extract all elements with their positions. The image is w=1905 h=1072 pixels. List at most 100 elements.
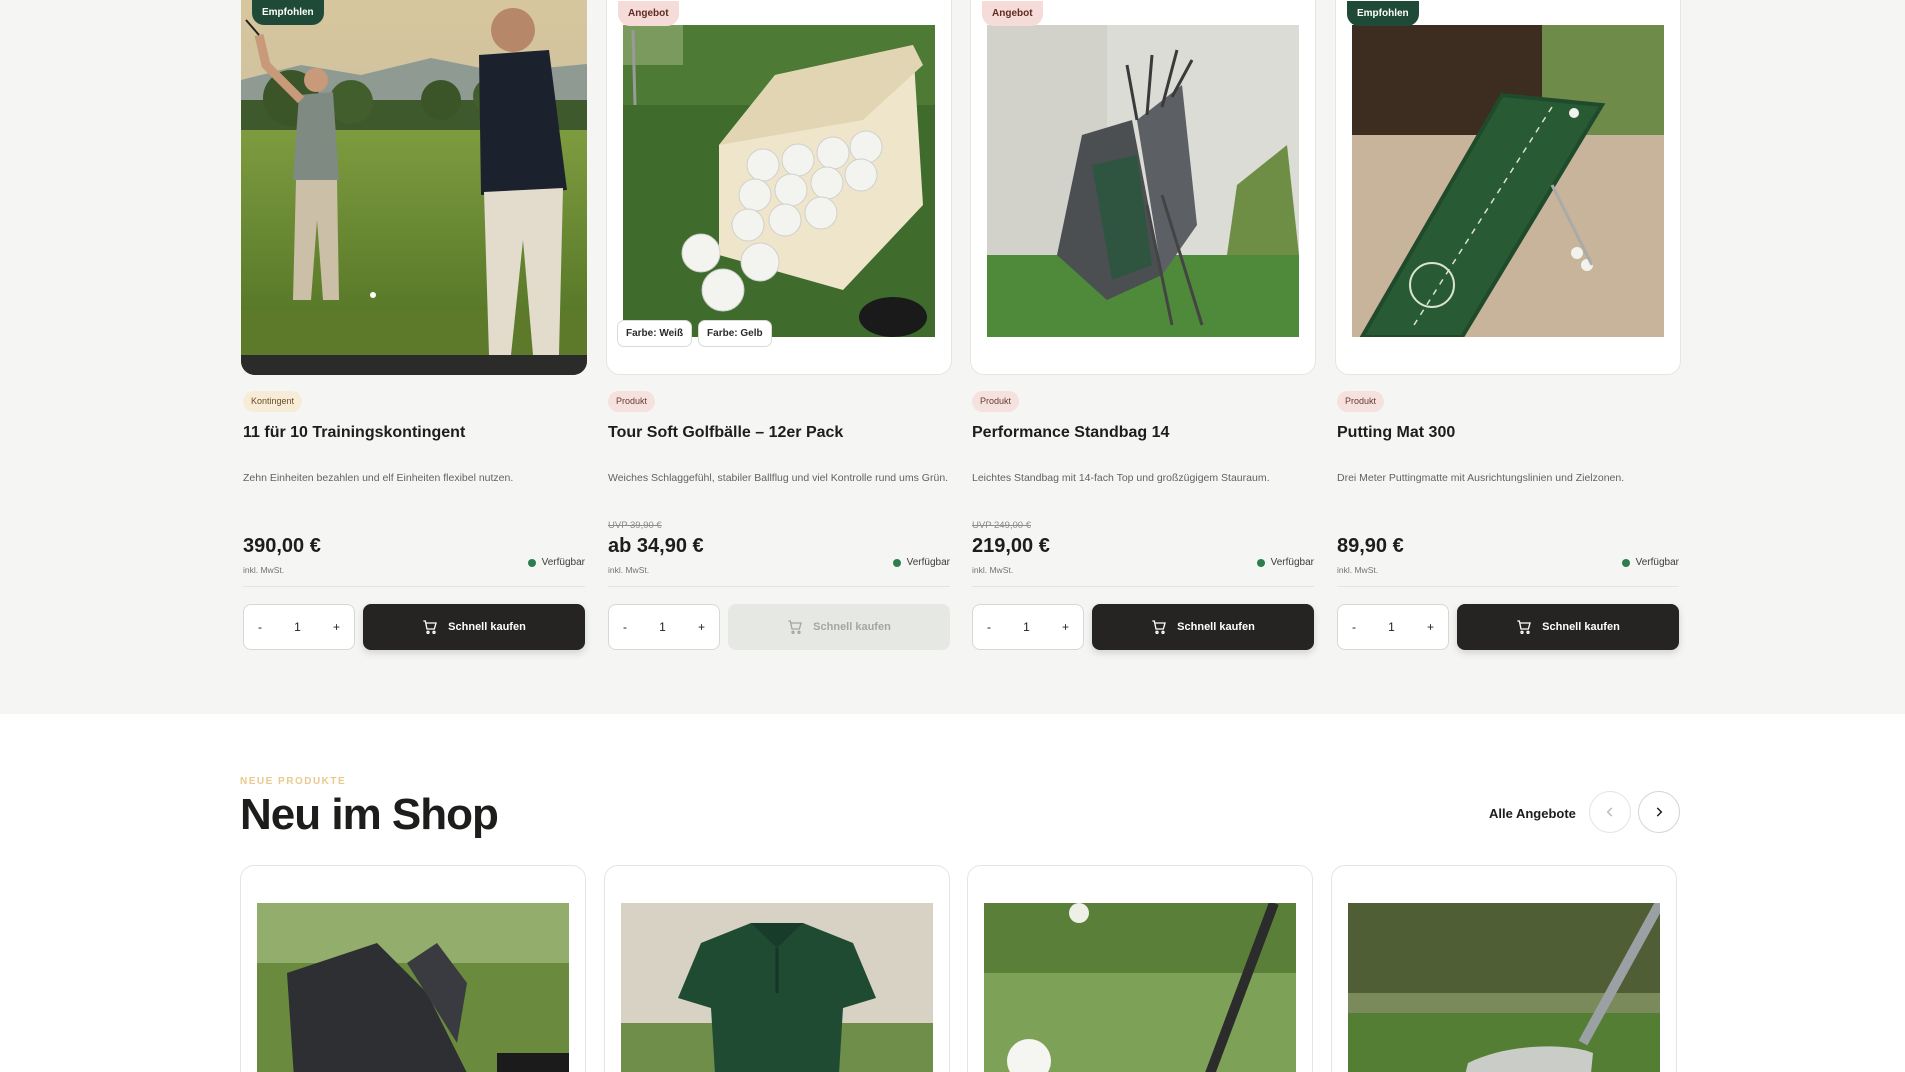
product-price: 390,00 € xyxy=(243,535,321,557)
product-description: Zehn Einheiten bezahlen und elf Einheite… xyxy=(243,472,514,484)
quantity-stepper: - 1 + xyxy=(608,604,720,650)
qty-decrease-button[interactable]: - xyxy=(987,620,991,634)
product-image[interactable] xyxy=(1348,903,1660,1072)
stock-label: Verfügbar xyxy=(906,557,950,568)
product-title[interactable]: Tour Soft Golfbälle – 12er Pack xyxy=(608,424,843,442)
qty-increase-button[interactable]: + xyxy=(698,620,705,634)
divider xyxy=(243,586,585,587)
qty-value[interactable]: 1 xyxy=(1388,620,1395,634)
badge-empfohlen: Empfohlen xyxy=(1347,1,1419,26)
product-image[interactable] xyxy=(621,903,933,1072)
quick-buy-button[interactable]: Schnell kaufen xyxy=(728,604,950,650)
product-type-tag: Kontingent xyxy=(243,391,303,412)
tax-note: inkl. MwSt. xyxy=(608,565,650,575)
stock-dot-icon xyxy=(1256,558,1265,567)
quick-buy-label: Schnell kaufen xyxy=(1542,621,1620,633)
new-product-card[interactable] xyxy=(604,865,950,1072)
product-media[interactable]: Angebot xyxy=(606,0,952,375)
new-product-card[interactable] xyxy=(1331,865,1677,1072)
product-card: Angebot Farbe: Weiß Farbe: Gelb Produkt … xyxy=(606,0,952,660)
stock-label: Verfügbar xyxy=(541,557,585,568)
new-product-card[interactable] xyxy=(240,865,586,1072)
product-card: Empfohlen Kontingent 11 für 10 Trainings… xyxy=(241,0,587,660)
qty-value[interactable]: 1 xyxy=(294,620,301,634)
featured-products-section: Empfohlen Kontingent 11 für 10 Trainings… xyxy=(0,0,1905,714)
variant-options: Farbe: Weiß Farbe: Gelb xyxy=(617,320,772,347)
qty-value[interactable]: 1 xyxy=(659,620,666,634)
quick-buy-button[interactable]: Schnell kaufen xyxy=(363,604,585,650)
section-title: Neu im Shop xyxy=(240,790,499,839)
product-image[interactable] xyxy=(241,0,587,375)
stock-dot-icon xyxy=(892,558,901,567)
tax-note: inkl. MwSt. xyxy=(972,565,1014,575)
quantity-stepper: - 1 + xyxy=(1337,604,1449,650)
stock-status: Verfügbar xyxy=(892,557,950,568)
product-description: Leichtes Standbag mit 14-fach Top und gr… xyxy=(972,472,1270,484)
stock-status: Verfügbar xyxy=(1256,557,1314,568)
quick-buy-button[interactable]: Schnell kaufen xyxy=(1457,604,1679,650)
cart-icon xyxy=(788,620,803,634)
product-title[interactable]: 11 für 10 Trainingskontingent xyxy=(243,424,465,442)
divider xyxy=(1337,586,1679,587)
product-image[interactable] xyxy=(987,25,1299,337)
product-media[interactable]: Empfohlen xyxy=(241,0,587,375)
stock-dot-icon xyxy=(1621,558,1630,567)
variant-white-button[interactable]: Farbe: Weiß xyxy=(617,320,693,347)
stock-status: Verfügbar xyxy=(1621,557,1679,568)
all-offers-link[interactable]: Alle Angebote xyxy=(1489,806,1576,821)
cart-icon xyxy=(1517,620,1532,634)
product-uvp: UVP 249,00 € xyxy=(972,520,1031,531)
product-price: ab 34,90 € xyxy=(608,535,704,557)
quick-buy-label: Schnell kaufen xyxy=(1177,621,1255,633)
tax-note: inkl. MwSt. xyxy=(243,565,285,575)
product-type-tag: Produkt xyxy=(972,391,1020,412)
product-image[interactable] xyxy=(623,25,935,337)
stock-label: Verfügbar xyxy=(1270,557,1314,568)
product-media[interactable]: Empfohlen xyxy=(1335,0,1681,375)
product-title[interactable]: Performance Standbag 14 xyxy=(972,424,1169,442)
product-card: Empfohlen Produkt Putting Mat 300 Drei M… xyxy=(1335,0,1681,660)
product-uvp: UVP 39,90 € xyxy=(608,520,662,531)
stock-status: Verfügbar xyxy=(527,557,585,568)
product-description: Drei Meter Puttingmatte mit Ausrichtungs… xyxy=(1337,472,1625,484)
qty-decrease-button[interactable]: - xyxy=(1352,620,1356,634)
product-card: Angebot Produkt Performance Standbag 14 … xyxy=(970,0,1316,660)
product-type-tag: Produkt xyxy=(608,391,656,412)
qty-increase-button[interactable]: + xyxy=(1062,620,1069,634)
product-image[interactable] xyxy=(1352,25,1664,337)
tax-note: inkl. MwSt. xyxy=(1337,565,1379,575)
carousel-prev-button[interactable] xyxy=(1589,791,1631,833)
badge-empfohlen: Empfohlen xyxy=(252,0,324,25)
quick-buy-label: Schnell kaufen xyxy=(448,621,526,633)
stock-label: Verfügbar xyxy=(1635,557,1679,568)
qty-increase-button[interactable]: + xyxy=(333,620,340,634)
divider xyxy=(972,586,1314,587)
qty-decrease-button[interactable]: - xyxy=(258,620,262,634)
product-image[interactable] xyxy=(984,903,1296,1072)
badge-angebot: Angebot xyxy=(618,1,679,26)
divider xyxy=(608,586,950,587)
cart-icon xyxy=(1152,620,1167,634)
quantity-stepper: - 1 + xyxy=(972,604,1084,650)
quick-buy-label: Schnell kaufen xyxy=(813,621,891,633)
product-title[interactable]: Putting Mat 300 xyxy=(1337,424,1455,442)
product-image[interactable] xyxy=(257,903,569,1072)
cart-icon xyxy=(423,620,438,634)
quick-buy-button[interactable]: Schnell kaufen xyxy=(1092,604,1314,650)
chevron-right-icon xyxy=(1656,807,1663,817)
stock-dot-icon xyxy=(527,558,536,567)
new-products-section: NEUE PRODUKTE Neu im Shop Alle Angebote xyxy=(0,714,1905,1072)
qty-decrease-button[interactable]: - xyxy=(623,620,627,634)
product-description: Weiches Schlaggefühl, stabiler Ballflug … xyxy=(608,472,949,484)
product-media[interactable]: Angebot xyxy=(970,0,1316,375)
qty-increase-button[interactable]: + xyxy=(1427,620,1434,634)
product-price: 89,90 € xyxy=(1337,535,1404,557)
product-price: 219,00 € xyxy=(972,535,1050,557)
qty-value[interactable]: 1 xyxy=(1023,620,1030,634)
carousel-next-button[interactable] xyxy=(1638,791,1680,833)
chevron-left-icon xyxy=(1606,807,1613,817)
variant-yellow-button[interactable]: Farbe: Gelb xyxy=(698,320,772,347)
section-eyebrow: NEUE PRODUKTE xyxy=(240,776,347,787)
product-type-tag: Produkt xyxy=(1337,391,1385,412)
new-product-card[interactable] xyxy=(967,865,1313,1072)
